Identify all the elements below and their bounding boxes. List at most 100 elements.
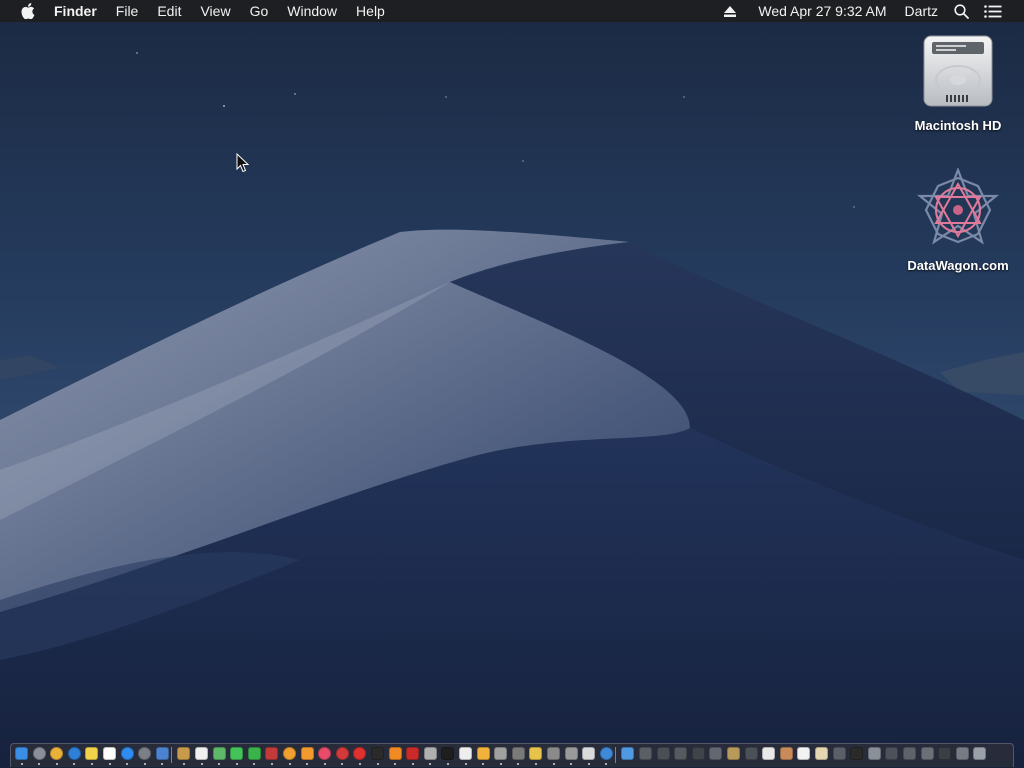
dock-safari-icon[interactable] [67,747,81,760]
dock-running-indicator [182,763,185,765]
apple-logo-icon[interactable] [20,2,36,20]
dock-messages-icon[interactable] [230,747,244,760]
dock-running-indicator [358,763,361,765]
dock-running-indicator [394,763,397,765]
dock-running-indicator [482,763,485,765]
dock-app-store-folder-icon[interactable] [599,747,613,760]
dock-system-preferences-icon[interactable] [138,747,152,760]
dock-window-icon[interactable] [727,747,740,760]
menu-window[interactable]: Window [287,0,337,22]
dock-books-icon[interactable] [388,747,402,760]
dock-window-icon[interactable] [885,747,899,760]
dock-chrome-icon[interactable] [50,747,64,760]
dock-window-icon[interactable] [674,747,688,760]
dock-window-icon[interactable] [639,747,652,760]
dock-running-indicator [376,763,379,765]
desktop-icon-datawagon[interactable]: DataWagon.com [898,168,1018,273]
dock-running-indicator [235,763,238,765]
eject-icon[interactable] [724,5,737,17]
mojave-dunes-wallpaper [0,0,1024,768]
dock-window-icon[interactable] [762,747,776,760]
desktop-icon-label: DataWagon.com [907,258,1009,273]
dock-running-indicator [20,763,23,765]
dock-music-icon[interactable] [318,747,332,760]
dock-scripts-icon[interactable] [423,747,437,760]
menu-file[interactable]: File [116,0,139,22]
desktop-icon-label: Macintosh HD [914,118,1002,133]
dock-finder-icon[interactable] [15,747,28,760]
desktop-icon-macintosh-hd[interactable]: Macintosh HD [898,32,1018,133]
dock-window-icon[interactable] [709,747,723,760]
dock-window-icon[interactable] [744,747,758,760]
dock-printer-icon[interactable] [564,747,578,760]
dock-running-indicator [499,763,502,765]
desktop[interactable] [0,0,1024,768]
dock-podcasts-icon[interactable] [335,747,349,760]
dock-no-entry-icon[interactable] [353,747,367,760]
dock-facetime-icon[interactable] [247,747,261,760]
dock-report-icon[interactable] [582,747,596,760]
dock-photos-icon[interactable] [283,747,296,760]
dock-window-icon[interactable] [867,747,881,760]
dock-preview-icon[interactable] [155,747,169,760]
dock-running-indicator [55,763,58,765]
dock-running-indicator [90,763,93,765]
dock-utility-icon[interactable] [511,747,525,760]
dock-window-icon[interactable] [797,747,811,760]
menu-bar: Finder File Edit View Go Window Help Wed… [0,0,1024,22]
dock-running-indicator [253,763,256,765]
dock-running-indicator [288,763,291,765]
hard-drive-icon [923,35,993,107]
dock-app-store-icon[interactable] [120,747,134,760]
dock-home-icon[interactable] [300,747,314,760]
dock-stocks-icon[interactable] [371,747,384,760]
dock-window-icon[interactable] [955,747,969,760]
dock-launchpad-icon[interactable] [32,747,46,760]
menu-bar-status: Wed Apr 27 9:32 AM Dartz [724,0,1024,22]
dock-window-icon[interactable] [832,747,846,760]
dock-running-indicator [270,763,273,765]
menu-help[interactable]: Help [356,0,385,22]
dock-folder-icon[interactable] [529,747,543,760]
dock-window-icon[interactable] [815,747,828,760]
dock-running-indicator [341,763,344,765]
menu-bar-clock[interactable]: Wed Apr 27 9:32 AM [758,3,886,19]
dock-notefile-icon[interactable] [177,747,191,760]
dock-notes-icon[interactable] [85,747,99,760]
menu-view[interactable]: View [200,0,230,22]
dock-window-icon[interactable] [656,747,670,760]
dock-archive-icon[interactable] [494,747,508,760]
dock-window-icon[interactable] [850,747,864,760]
dock-document-icon[interactable] [459,747,472,760]
menu-app-name[interactable]: Finder [54,0,97,22]
dock-window-icon[interactable] [691,747,705,760]
datawagon-star-icon [916,168,1000,245]
dock-sketch-icon[interactable] [476,747,490,760]
dock-window-icon[interactable] [779,747,793,760]
dock-window-icon[interactable] [938,747,952,760]
dock-downloads-folder-icon[interactable] [621,747,635,760]
dock-window-icon[interactable] [920,747,934,760]
spotlight-search-icon[interactable] [954,3,969,19]
menu-edit[interactable]: Edit [157,0,181,22]
menu-bar-user[interactable]: Dartz [905,3,938,19]
dock-acrobat-icon[interactable] [406,747,420,760]
dock-running-indicator [570,763,573,765]
dock-photo-booth-icon[interactable] [265,747,279,760]
dock-textedit-icon[interactable] [195,747,208,760]
dock-running-indicator [126,763,129,765]
dock-calendar-icon[interactable] [103,747,116,760]
menu-go[interactable]: Go [250,0,269,22]
dock-window-icon[interactable] [903,747,916,760]
dock-telescope-icon[interactable] [547,747,560,760]
dock-maps-icon[interactable] [212,747,226,760]
dock-running-indicator [587,763,590,765]
notification-center-icon[interactable] [984,4,1002,18]
dock-terminal-icon[interactable] [441,747,455,760]
dock-running-indicator [38,763,41,765]
arrow-cursor-icon [236,153,250,173]
dock-running-indicator [218,763,221,765]
dock-separator [615,747,617,763]
dock-trash-icon[interactable] [973,747,987,760]
dock-running-indicator [73,763,76,765]
